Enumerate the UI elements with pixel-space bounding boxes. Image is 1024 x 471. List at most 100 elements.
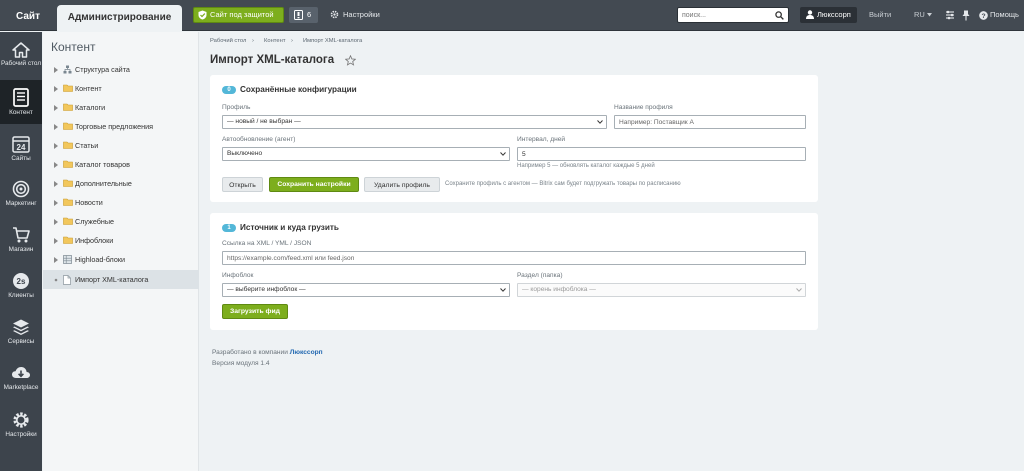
menu-item-desktop[interactable]: Рабочий стол	[0, 36, 42, 80]
sidebar-item-service[interactable]: Служебные	[43, 212, 199, 231]
profile-select[interactable]: — новый / не выбран —	[222, 115, 607, 129]
chevron-right-icon[interactable]	[54, 105, 58, 111]
section-folder-select[interactable]: — корень инфоблока —	[517, 283, 806, 297]
admin-tab[interactable]: Администрирование	[57, 5, 182, 31]
open-profile-button[interactable]: Открыть	[222, 177, 263, 192]
chevron-right-icon[interactable]	[54, 181, 58, 187]
iblock-select[interactable]: — выберите инфоблок —	[222, 283, 510, 297]
sidebar-item-content[interactable]: Контент	[43, 79, 199, 98]
breadcrumb-item[interactable]: Импорт XML-каталога	[303, 38, 362, 44]
profile-name-input[interactable]	[614, 115, 806, 129]
language-select[interactable]: RU	[914, 7, 932, 23]
breadcrumb-item[interactable]: Контент	[264, 38, 285, 44]
menu-item-services[interactable]: Сервисы	[0, 313, 42, 357]
chevron-right-icon[interactable]	[54, 143, 58, 149]
menu-item-settings[interactable]: Настройки	[0, 405, 42, 449]
chevron-right-icon[interactable]	[54, 257, 58, 263]
sidebar-item-label: Новости	[75, 198, 103, 207]
chevron-right-icon[interactable]	[54, 124, 58, 130]
interval-input[interactable]	[517, 147, 806, 161]
settings-link[interactable]: Настройки	[330, 7, 380, 23]
menu-item-marketing[interactable]: Маркетинг	[0, 175, 42, 219]
search-input[interactable]	[678, 8, 770, 22]
logout-link[interactable]: Выйти	[869, 7, 891, 23]
sidebar-item-catalogs[interactable]: Каталоги	[43, 98, 199, 117]
sidebar-item-infoblocks[interactable]: Инфоблоки	[43, 231, 199, 250]
menu-item-clients[interactable]: 2s Клиенты	[0, 267, 42, 311]
sidebar-item-label: Инфоблоки	[75, 236, 114, 245]
folder-icon	[63, 179, 73, 187]
load-feed-button[interactable]: Загрузить фид	[222, 304, 288, 319]
chevron-right-icon[interactable]	[54, 238, 58, 244]
menu-item-marketplace[interactable]: Marketplace	[0, 359, 42, 403]
notifications-button[interactable]: 6	[289, 7, 318, 23]
menu-item-content[interactable]: Контент	[0, 80, 42, 124]
site-protected-button[interactable]: Сайт под защитой	[193, 7, 284, 23]
sidebar-item-additional[interactable]: Дополнительные	[43, 174, 199, 193]
folder-icon	[63, 236, 73, 244]
sidebar-item-xml-import[interactable]: Импорт XML-каталога	[43, 270, 199, 289]
folder-icon	[63, 160, 73, 168]
feed-url-input[interactable]	[222, 251, 806, 265]
target-icon	[12, 180, 30, 198]
help-link[interactable]: ? Помощь	[979, 7, 1019, 23]
sidebar-item-label: Каталог товаров	[75, 160, 130, 169]
chevron-right-icon[interactable]	[54, 86, 58, 92]
calendar-icon: 24	[12, 136, 30, 153]
calendar-number: 24	[17, 143, 26, 152]
autoupdate-label: Автообновление (агент)	[222, 136, 296, 143]
autoupdate-select-value: Выключено	[227, 150, 263, 157]
main-menu: Рабочий стол Контент 24 Сайты Маркетинг …	[0, 32, 42, 471]
folder-icon	[63, 198, 73, 206]
menu-label: Маркетинг	[5, 200, 37, 207]
iblock-select-value: — выберите инфоблок —	[227, 286, 306, 293]
save-settings-button[interactable]: Сохранить настройки	[269, 177, 359, 192]
section-folder-value: — корень инфоблока —	[522, 286, 596, 293]
content-icon	[13, 88, 29, 107]
sidebar-item-label: Торговые предложения	[75, 122, 154, 131]
profile-select-value: — новый / не выбран —	[227, 118, 301, 125]
chevron-right-icon[interactable]	[54, 219, 58, 225]
help-label: Помощь	[990, 10, 1019, 19]
delete-profile-button[interactable]: Удалить профиль	[364, 177, 440, 192]
menu-item-sites[interactable]: 24 Сайты	[0, 130, 42, 174]
clients-icon: 2s	[13, 273, 29, 289]
chevron-right-icon[interactable]	[54, 200, 58, 206]
saved-configs-card: 0 Сохранённые конфигурации Профиль — нов…	[210, 75, 818, 202]
site-tab[interactable]: Сайт	[5, 6, 51, 27]
settings-label: Настройки	[343, 10, 380, 19]
autoupdate-select[interactable]: Выключено	[222, 147, 510, 161]
folder-icon	[63, 84, 73, 92]
shield-check-icon	[198, 10, 207, 20]
chevron-right-icon[interactable]	[54, 67, 58, 73]
sidebar-item-product-catalog[interactable]: Каталог товаров	[43, 155, 199, 174]
breadcrumb-item[interactable]: Рабочий стол	[210, 38, 246, 44]
sidebar-item-trade-offers[interactable]: Торговые предложения	[43, 117, 199, 136]
sidebar-item-label: Контент	[75, 84, 102, 93]
breadcrumb-separator: ›	[252, 38, 254, 44]
search-icon[interactable]	[775, 11, 784, 20]
notification-icon	[294, 10, 303, 20]
chevron-down-icon	[796, 288, 802, 292]
bullet-icon	[54, 278, 58, 282]
user-button[interactable]: Люксcорп	[800, 7, 857, 23]
sidebar-item-highload[interactable]: Highload-блоки	[43, 250, 199, 269]
gear-icon	[330, 10, 339, 19]
help-icon: ?	[979, 11, 988, 20]
chevron-down-icon	[597, 120, 603, 124]
favorite-star-icon[interactable]	[345, 55, 356, 66]
menu-item-shop[interactable]: Магазин	[0, 221, 42, 265]
pin-icon[interactable]	[962, 10, 970, 21]
sidebar-item-articles[interactable]: Статьи	[43, 136, 199, 155]
chevron-right-icon[interactable]	[54, 162, 58, 168]
menu-label: Настройки	[5, 431, 37, 438]
settings-icon[interactable]	[945, 10, 955, 20]
save-profile-hint: Сохраните профиль с агентом — Bitrix сам…	[445, 181, 681, 187]
developer-prefix: Разработано в компании	[212, 349, 288, 356]
sidebar-item-site-structure[interactable]: Структура сайта	[43, 60, 199, 79]
sidebar-item-news[interactable]: Новости	[43, 193, 199, 212]
sidebar-item-label: Импорт XML-каталога	[75, 275, 149, 284]
sidebar-item-label: Дополнительные	[75, 179, 132, 188]
company-link[interactable]: Люксcорп	[290, 349, 323, 356]
language-label: RU	[914, 10, 925, 19]
